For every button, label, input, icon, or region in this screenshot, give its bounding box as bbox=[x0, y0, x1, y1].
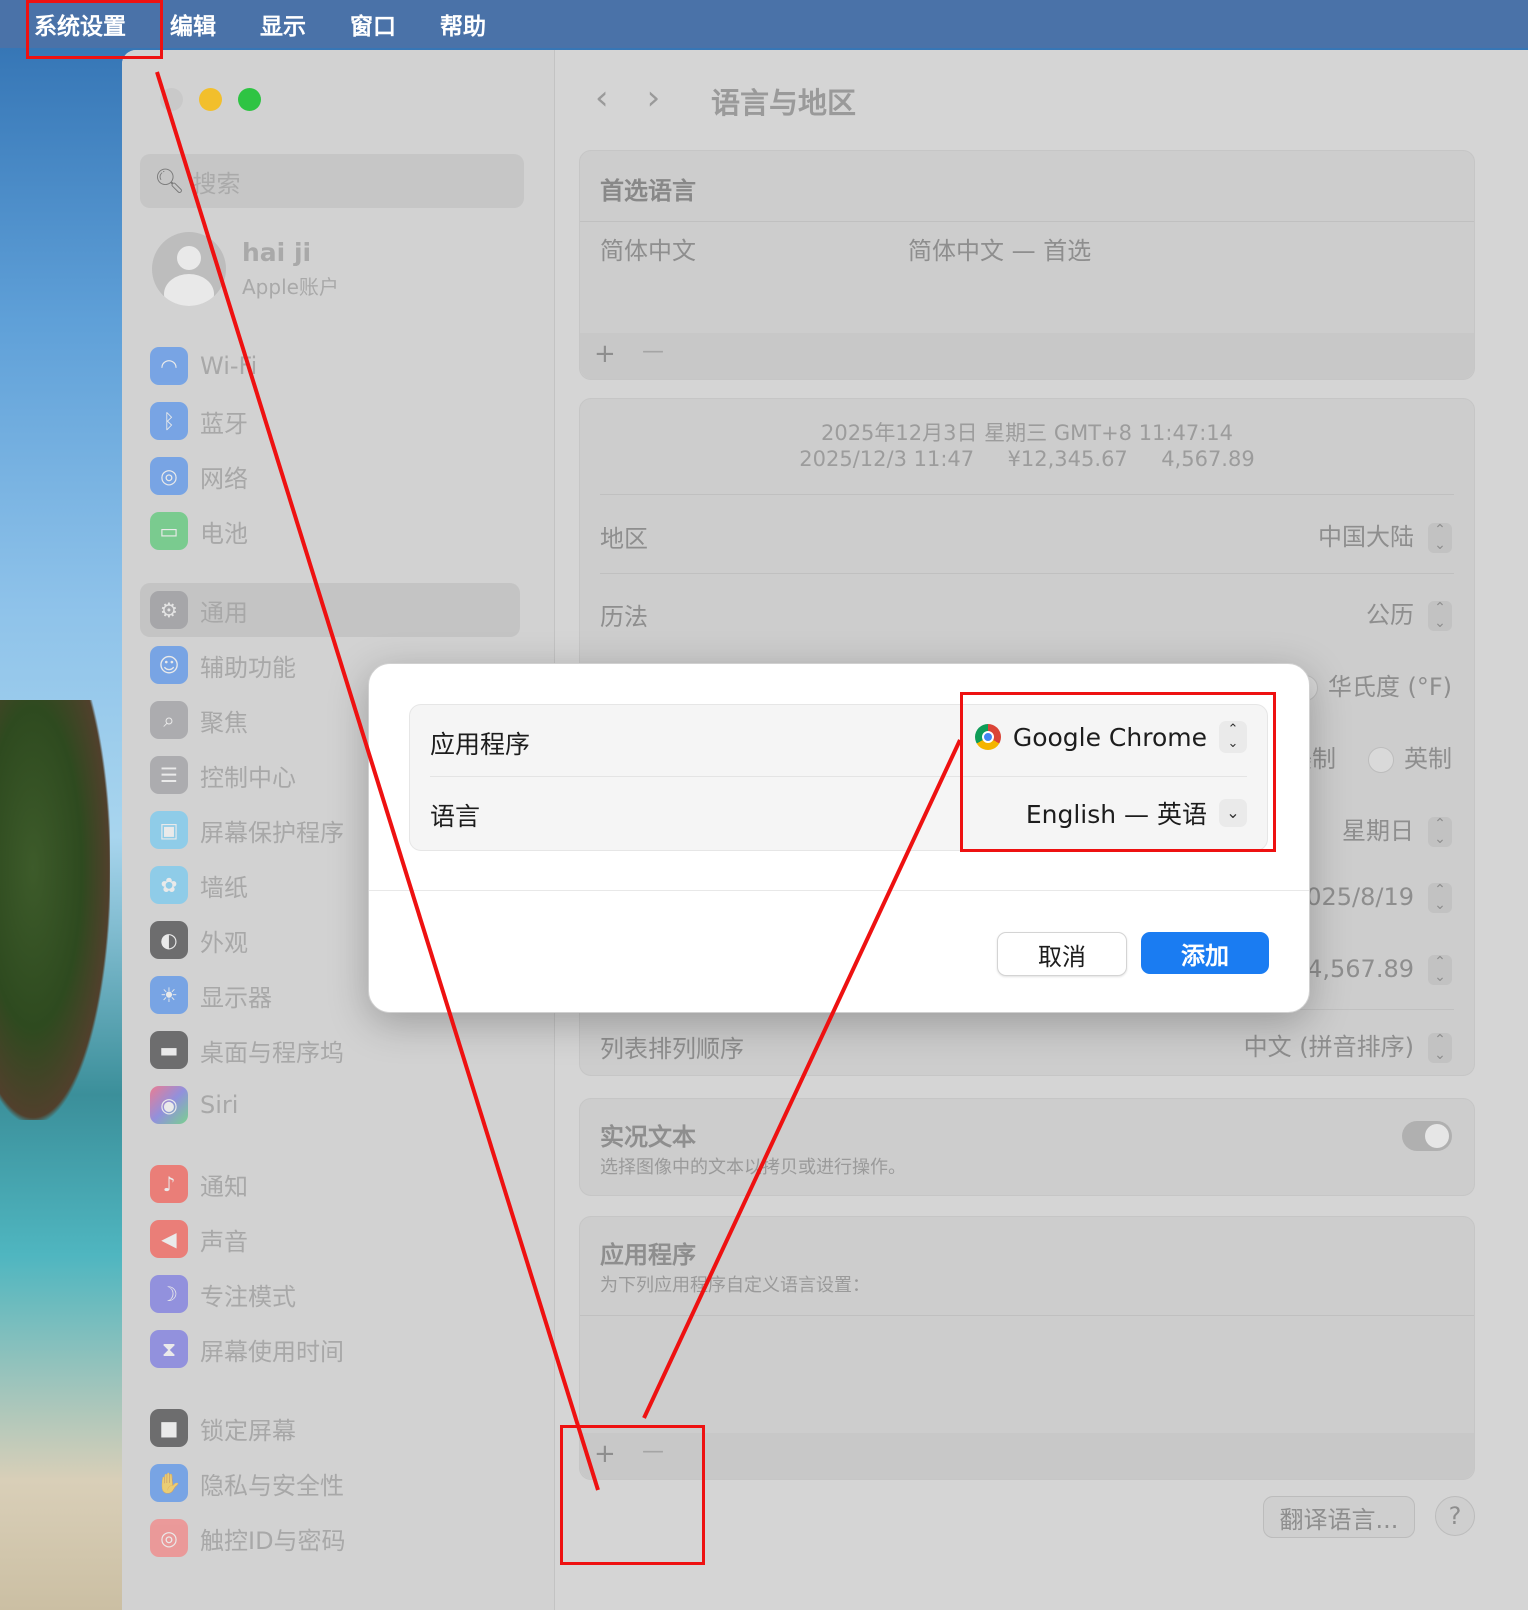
annotation-lines bbox=[155, 71, 962, 1491]
annotation-line-1 bbox=[155, 71, 600, 1491]
annotation-line-2 bbox=[642, 739, 962, 1419]
